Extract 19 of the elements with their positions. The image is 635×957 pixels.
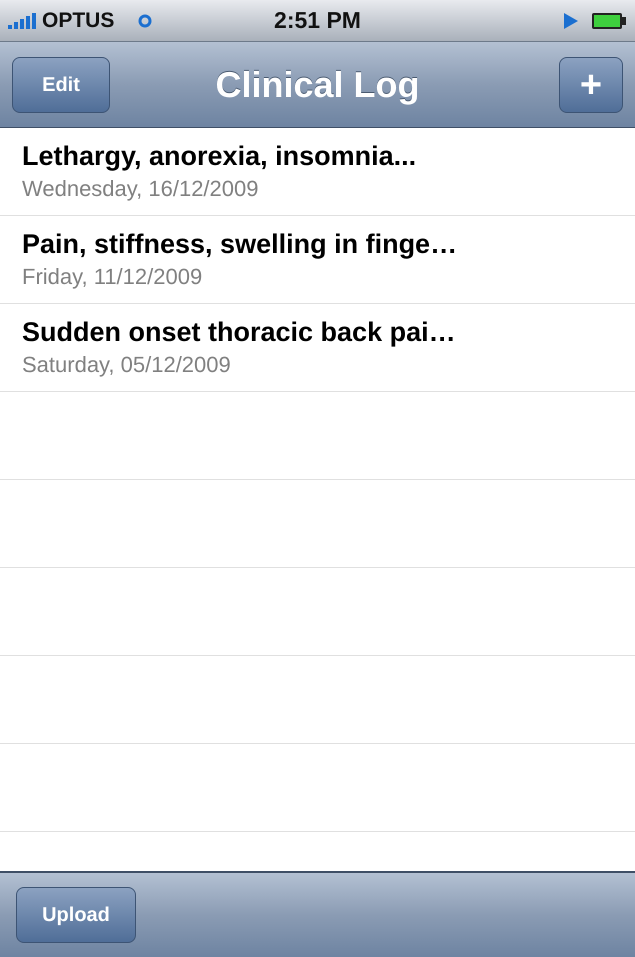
play-icon: [563, 12, 579, 30]
edit-button[interactable]: Edit: [12, 56, 110, 112]
log-entry[interactable]: Sudden onset thoracic back pai… Saturday, 05/12/2009: [0, 304, 635, 392]
carrier-name: OPTUS: [42, 8, 114, 34]
signal-icon: [8, 12, 38, 28]
battery-icon: [591, 12, 627, 30]
entry-date: Friday, 11/12/2009: [22, 263, 204, 291]
add-button[interactable]: +: [559, 56, 623, 112]
clock: 2:51 PM: [274, 6, 361, 36]
entry-date: Wednesday, 16/12/2009: [22, 175, 260, 203]
entry-date: Saturday, 05/12/2009: [22, 351, 232, 379]
entry-title: Lethargy, anorexia, insomnia...: [22, 140, 418, 173]
screen-title: Clinical Log: [216, 62, 420, 107]
entry-title: Pain, stiffness, swelling in finge…: [22, 228, 458, 261]
log-entry[interactable]: Pain, stiffness, swelling in finge… Friday, 11/12/2009: [0, 216, 635, 304]
entry-title: Sudden onset thoracic back pai…: [22, 316, 457, 349]
upload-button[interactable]: Upload: [16, 887, 136, 943]
ring-icon: [138, 14, 152, 28]
log-entry[interactable]: Lethargy, anorexia, insomnia... Wednesday, 16/12/2009: [0, 128, 635, 216]
